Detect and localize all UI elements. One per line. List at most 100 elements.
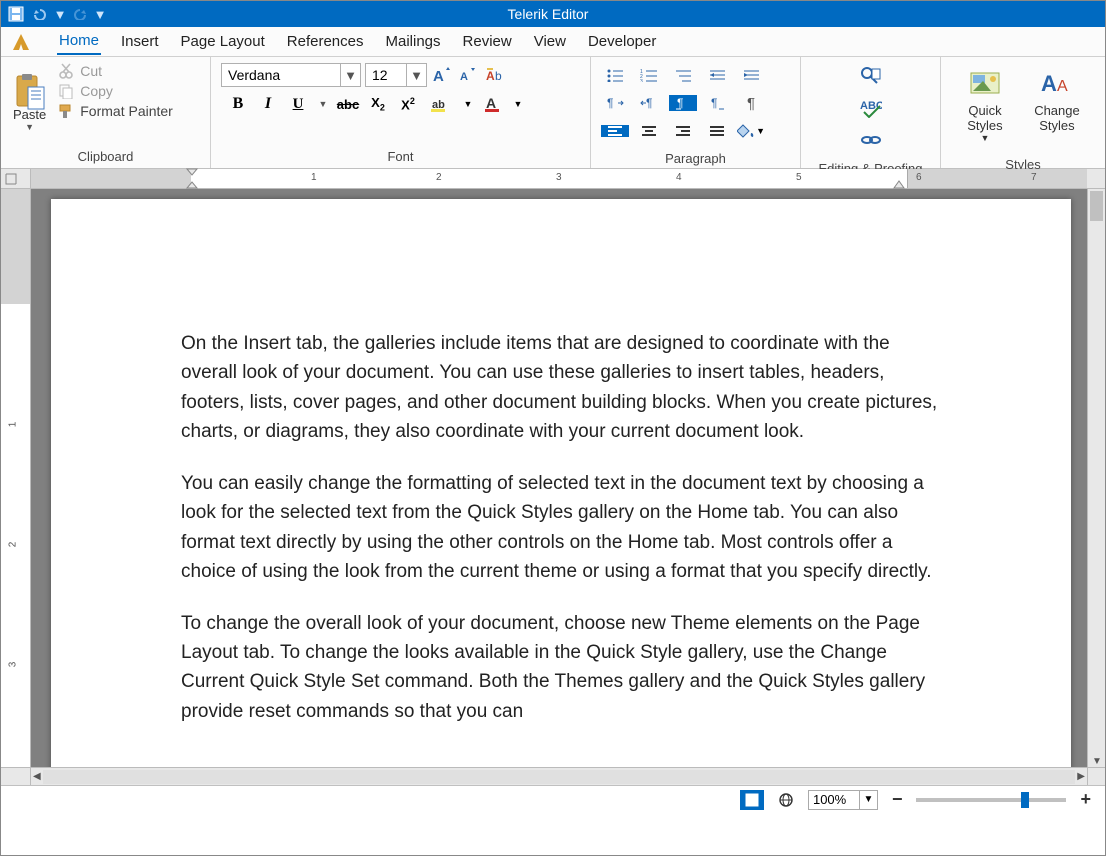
zoom-out-button[interactable]: − bbox=[888, 789, 907, 810]
view-print-layout-button[interactable] bbox=[740, 790, 764, 810]
zoom-input[interactable] bbox=[809, 791, 859, 809]
zoom-dropdown-icon[interactable]: ▼ bbox=[859, 791, 877, 809]
paste-button[interactable]: Paste ▼ bbox=[7, 59, 52, 145]
undo-dropdown-icon[interactable]: ▼ bbox=[55, 5, 65, 23]
bullets-button[interactable] bbox=[601, 68, 629, 82]
app-title: Telerik Editor bbox=[111, 6, 985, 22]
tab-review[interactable]: Review bbox=[461, 29, 514, 54]
format-painter-button[interactable]: Format Painter bbox=[58, 103, 173, 119]
font-size-input[interactable] bbox=[366, 64, 406, 86]
qat-customize-icon[interactable]: ▼ bbox=[95, 5, 105, 23]
hscroll-right-icon[interactable]: ▶ bbox=[1077, 771, 1085, 782]
ruler-area: 1 2 3 4 5 6 7 bbox=[1, 169, 1105, 189]
vscroll-thumb[interactable] bbox=[1090, 191, 1103, 221]
page[interactable]: On the Insert tab, the galleries include… bbox=[51, 199, 1071, 767]
svg-text:¶: ¶ bbox=[607, 96, 613, 110]
cut-button[interactable]: Cut bbox=[58, 63, 173, 79]
show-marks-button[interactable]: ¶ bbox=[737, 95, 765, 112]
zoom-in-button[interactable]: + bbox=[1076, 789, 1095, 810]
horizontal-ruler[interactable]: 1 2 3 4 5 6 7 bbox=[31, 169, 1087, 189]
underline-button[interactable]: U bbox=[287, 93, 309, 115]
paragraph-1[interactable]: On the Insert tab, the galleries include… bbox=[181, 329, 941, 447]
horizontal-scrollbar[interactable]: ◀ ▶ bbox=[31, 768, 1087, 785]
tab-mailings[interactable]: Mailings bbox=[384, 29, 443, 54]
ruler-tick-6: 6 bbox=[916, 172, 922, 183]
font-name-input[interactable] bbox=[222, 64, 340, 86]
superscript-button[interactable]: X2 bbox=[397, 93, 419, 115]
group-label-font: Font bbox=[211, 147, 590, 168]
tab-references[interactable]: References bbox=[285, 29, 366, 54]
hscroll-track[interactable] bbox=[43, 770, 1076, 784]
font-size-combo[interactable]: ▼ bbox=[365, 63, 427, 87]
grow-font-button[interactable]: A bbox=[431, 64, 453, 86]
indent-marker-right[interactable] bbox=[893, 180, 905, 189]
multilevel-list-button[interactable] bbox=[669, 68, 697, 82]
indent-marker-left[interactable] bbox=[186, 168, 200, 190]
vertical-ruler[interactable]: 1 2 3 bbox=[1, 189, 31, 767]
highlight-dropdown-icon[interactable]: ▼ bbox=[463, 93, 473, 115]
copy-icon bbox=[58, 83, 74, 99]
paragraph-3[interactable]: To change the overall look of your docum… bbox=[181, 609, 941, 727]
find-button[interactable] bbox=[860, 65, 882, 87]
tab-insert[interactable]: Insert bbox=[119, 29, 161, 54]
change-styles-button[interactable]: AA Change Styles bbox=[1023, 65, 1091, 137]
increase-indent-button[interactable] bbox=[737, 68, 765, 82]
tab-page-layout[interactable]: Page Layout bbox=[179, 29, 267, 54]
highlight-button[interactable]: ab bbox=[427, 93, 455, 115]
font-color-dropdown-icon[interactable]: ▼ bbox=[513, 93, 523, 115]
font-name-dropdown-icon[interactable]: ▼ bbox=[340, 64, 360, 86]
align-center-button[interactable] bbox=[635, 125, 663, 137]
font-name-combo[interactable]: ▼ bbox=[221, 63, 361, 87]
tab-view[interactable]: View bbox=[532, 29, 568, 54]
numbering-button[interactable]: 123 bbox=[635, 68, 663, 82]
ltr-button[interactable]: ¶ bbox=[601, 95, 629, 111]
shrink-font-button[interactable]: A bbox=[457, 64, 479, 86]
quick-styles-dropdown-icon[interactable]: ▼ bbox=[981, 133, 990, 143]
hscroll-left-icon[interactable]: ◀ bbox=[33, 771, 41, 782]
align-left-button[interactable] bbox=[601, 125, 629, 137]
svg-text:A: A bbox=[460, 71, 468, 83]
vscroll-down-icon[interactable]: ▼ bbox=[1092, 756, 1102, 767]
vertical-scrollbar[interactable]: ▼ bbox=[1087, 189, 1105, 767]
zoom-combo[interactable]: ▼ bbox=[808, 790, 878, 810]
copy-button[interactable]: Copy bbox=[58, 83, 173, 99]
font-color-button[interactable]: A bbox=[481, 93, 505, 115]
rtl-button[interactable]: ¶ bbox=[635, 95, 663, 111]
view-web-layout-button[interactable] bbox=[774, 790, 798, 810]
align-right-button[interactable] bbox=[669, 125, 697, 137]
text-direction-button[interactable]: ¶ bbox=[669, 95, 697, 111]
align-justify-button[interactable] bbox=[703, 125, 731, 137]
tab-home[interactable]: Home bbox=[57, 28, 101, 55]
shading-button[interactable]: ▼ bbox=[737, 123, 765, 139]
group-label-paragraph: Paragraph bbox=[591, 149, 800, 170]
document-canvas[interactable]: On the Insert tab, the galleries include… bbox=[31, 189, 1087, 767]
decrease-indent-button[interactable] bbox=[703, 68, 731, 82]
clear-formatting-button[interactable]: Ab bbox=[483, 64, 509, 86]
svg-text:b: b bbox=[495, 69, 502, 83]
svg-text:ab: ab bbox=[432, 99, 445, 111]
quick-styles-button[interactable]: Quick Styles ▼ bbox=[955, 65, 1015, 147]
strikethrough-button[interactable]: abc bbox=[337, 93, 359, 115]
cut-icon bbox=[58, 63, 74, 79]
undo-icon[interactable] bbox=[31, 5, 49, 23]
zoom-slider[interactable] bbox=[916, 798, 1066, 802]
font-size-dropdown-icon[interactable]: ▼ bbox=[406, 64, 426, 86]
zoom-slider-thumb[interactable] bbox=[1021, 792, 1029, 808]
redo-icon[interactable] bbox=[71, 5, 89, 23]
ruler-tick-2: 2 bbox=[436, 172, 442, 183]
paste-dropdown-icon[interactable]: ▼ bbox=[25, 122, 34, 132]
svg-text:¶: ¶ bbox=[711, 96, 717, 110]
bold-button[interactable]: B bbox=[227, 93, 249, 115]
tab-developer[interactable]: Developer bbox=[586, 29, 658, 54]
subscript-button[interactable]: X2 bbox=[367, 93, 389, 115]
statusbar: ▼ − + bbox=[1, 785, 1105, 813]
change-styles-label: Change Styles bbox=[1029, 103, 1085, 133]
save-icon[interactable] bbox=[7, 5, 25, 23]
underline-dropdown-icon[interactable]: ▼ bbox=[317, 93, 329, 115]
italic-button[interactable]: I bbox=[257, 93, 279, 115]
text-direction-alt-button[interactable]: ¶ bbox=[703, 95, 731, 111]
paragraph-2[interactable]: You can easily change the formatting of … bbox=[181, 469, 941, 587]
spellcheck-button[interactable]: ABC bbox=[860, 97, 882, 119]
link-button[interactable] bbox=[860, 129, 882, 151]
group-label-clipboard: Clipboard bbox=[1, 147, 210, 168]
